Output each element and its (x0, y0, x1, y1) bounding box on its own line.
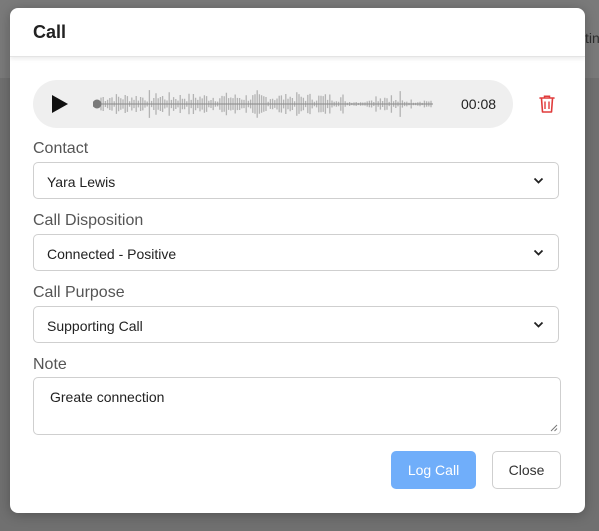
close-button[interactable]: Close (492, 451, 561, 489)
disposition-label: Call Disposition (33, 212, 144, 229)
note-textarea[interactable]: Greate connection (33, 377, 561, 435)
contact-value: Yara Lewis (47, 174, 116, 190)
seek-handle[interactable] (93, 99, 102, 109)
waveform[interactable] (93, 86, 435, 122)
log-call-button[interactable]: Log Call (391, 451, 476, 489)
modal-header: Call (10, 8, 585, 57)
call-modal: Call 00:08 Contact Yara Lewis Call Dispo… (10, 8, 585, 513)
backdrop-partial-text: tin (585, 30, 599, 46)
purpose-select[interactable]: Supporting Call (33, 306, 559, 343)
contact-label: Contact (33, 140, 89, 157)
modal-title: Call (33, 21, 67, 42)
resize-handle-icon[interactable] (550, 424, 558, 432)
disposition-select[interactable]: Connected - Positive (33, 234, 559, 271)
note-value: Greate connection (50, 389, 165, 405)
audio-player: 00:08 (33, 80, 513, 128)
purpose-value: Supporting Call (47, 318, 143, 334)
chevron-down-icon (533, 177, 544, 184)
note-label: Note (33, 356, 67, 373)
chevron-down-icon (533, 249, 544, 256)
trash-icon[interactable] (538, 94, 556, 114)
play-icon[interactable] (49, 94, 71, 114)
chevron-down-icon (533, 321, 544, 328)
purpose-label: Call Purpose (33, 284, 125, 301)
audio-time: 00:08 (461, 96, 497, 112)
audio-player-row: 00:08 (33, 80, 573, 128)
contact-select[interactable]: Yara Lewis (33, 162, 559, 199)
disposition-value: Connected - Positive (47, 246, 177, 262)
